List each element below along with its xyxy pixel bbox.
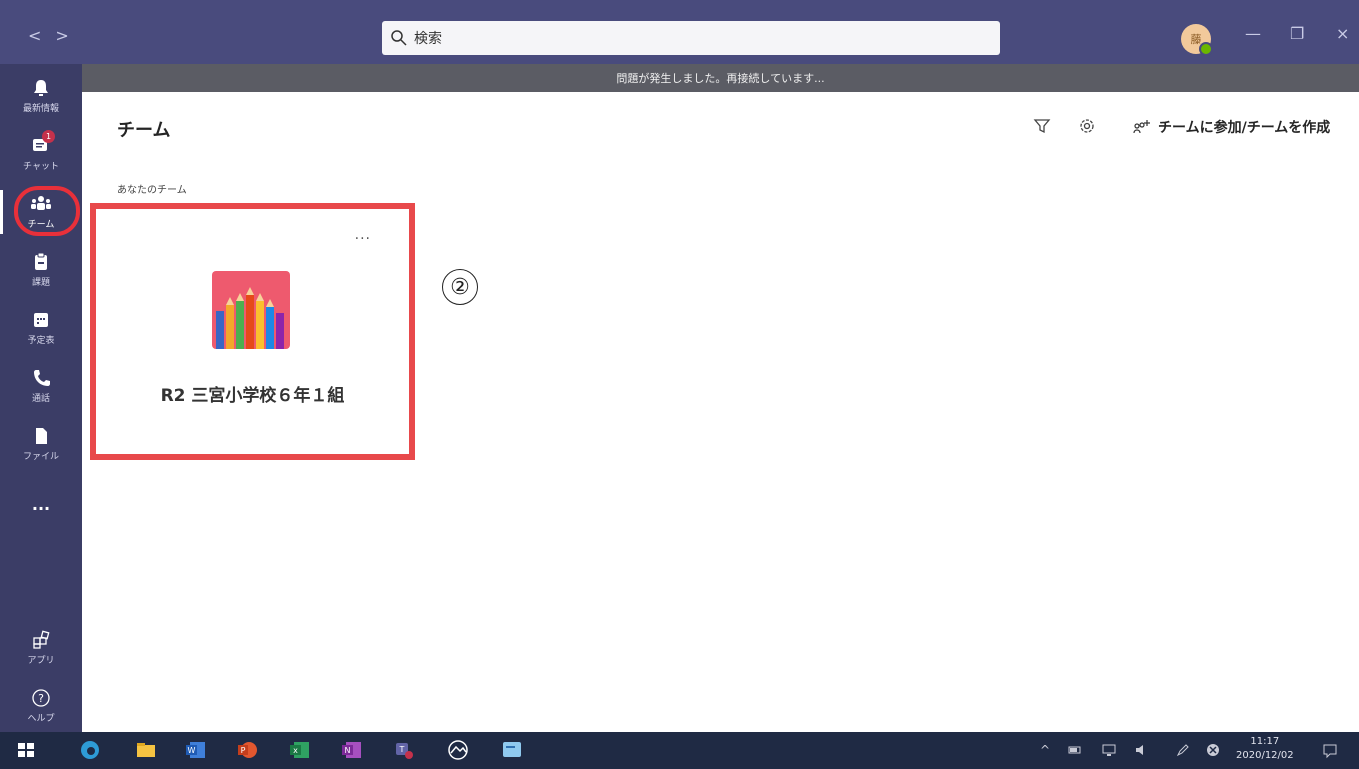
edge-browser-icon[interactable] [78,738,102,762]
onenote-icon[interactable]: N [340,738,364,762]
clock-time: 11:17 [1250,736,1280,747]
search-icon [391,30,407,46]
more-icon: ... [31,494,51,514]
close-button[interactable]: × [1336,24,1349,43]
rail-item-activity[interactable]: 最新情報 [0,68,82,124]
error-status-icon[interactable] [1206,743,1220,757]
whiteboard-app-icon[interactable] [500,738,524,762]
svg-text:N: N [345,746,351,755]
teams-highlight-ring [14,186,80,236]
rail-label: 課題 [31,278,50,288]
maximize-button[interactable]: ❐ [1290,24,1304,43]
rail-item-calendar[interactable]: 予定表 [0,300,82,356]
pen-icon[interactable] [1176,743,1190,757]
svg-text:W: W [188,746,196,755]
file-icon [36,428,47,444]
apps-icon [33,630,50,649]
your-teams-heading: あなたのチーム [117,185,187,196]
bell-icon [34,80,48,96]
photos-app-icon[interactable] [446,738,470,762]
windows-start-icon[interactable] [14,738,38,762]
phone-icon [34,370,50,386]
teams-taskbar-icon[interactable]: T [392,738,416,762]
word-icon[interactable]: W [184,738,208,762]
title-bar: < > 検索 藤 — ❐ × [0,0,1359,72]
rail-item-more[interactable]: ... [0,476,82,532]
calendar-icon [34,313,48,327]
rail-item-chat[interactable]: 1 チャット [0,126,82,182]
presence-status-icon [1199,42,1213,56]
notification-center-icon[interactable] [1322,743,1338,759]
rail-label: アプリ [27,656,55,666]
rail-label: チャット [23,162,59,172]
back-button[interactable]: < [28,26,41,45]
avatar[interactable]: 藤 [1181,24,1213,56]
clock-date: 2020/12/02 [1236,750,1294,761]
history-nav: < > [28,26,69,45]
rail-label: 予定表 [27,336,55,346]
rail-label: 最新情報 [22,104,59,114]
system-clock[interactable]: 11:17 2020/12/02 [1236,735,1294,763]
assignments-icon [35,252,47,270]
banner-text: 問題が発生しました。再接続しています... [616,72,825,85]
svg-text:T: T [399,745,405,754]
powerpoint-icon[interactable]: P [236,738,260,762]
join-create-label: チームに参加/チームを作成 [1158,120,1331,136]
join-create-team-button[interactable]: チームに参加/チームを作成 [1132,117,1330,137]
volume-icon[interactable] [1134,743,1148,757]
svg-text:P: P [241,746,246,755]
chat-icon-wrap: 1 [30,130,55,156]
team-more-options-button[interactable]: ··· [355,231,371,247]
rail-item-apps[interactable]: アプリ [0,620,82,676]
team-card[interactable]: ··· R2 三宮小学校６年１組 [90,203,415,460]
tray-overflow-button[interactable]: ^ [1040,743,1050,757]
settings-gear-icon[interactable] [1078,117,1096,135]
excel-icon[interactable]: x [288,738,312,762]
team-name: R2 三宮小学校６年１組 [160,386,345,406]
filter-icon[interactable] [1033,117,1051,135]
svg-text:x: x [293,746,298,755]
page-title: チーム [117,120,171,141]
forward-button[interactable]: > [55,26,68,45]
help-icon: ? [32,689,50,707]
minimize-button[interactable]: — [1245,24,1261,43]
file-explorer-icon[interactable] [134,738,158,762]
rail-label: 通話 [31,394,50,404]
rail-item-assignments[interactable]: 課題 [0,242,82,298]
rail-item-files[interactable]: ファイル [0,416,82,472]
reconnect-banner: 問題が発生しました。再接続しています... [82,64,1359,92]
team-logo-colored-pencils [212,271,290,349]
svg-text:?: ? [38,692,44,705]
search-placeholder: 検索 [414,31,442,47]
rail-item-help[interactable]: ? ヘルプ [0,678,82,734]
step-marker: ② [442,269,478,305]
battery-icon[interactable] [1068,743,1082,757]
network-icon[interactable] [1102,743,1116,757]
rail-label: ファイル [22,452,59,462]
search-input[interactable]: 検索 [382,21,1000,55]
add-team-icon [1133,120,1150,134]
app-rail: 最新情報 1 チャット チーム 課題 予定表 通話 ファイル ... アプリ ?… [0,64,82,732]
rail-item-calls[interactable]: 通話 [0,358,82,414]
rail-label: ヘルプ [27,714,55,724]
chat-badge: 1 [42,130,55,143]
